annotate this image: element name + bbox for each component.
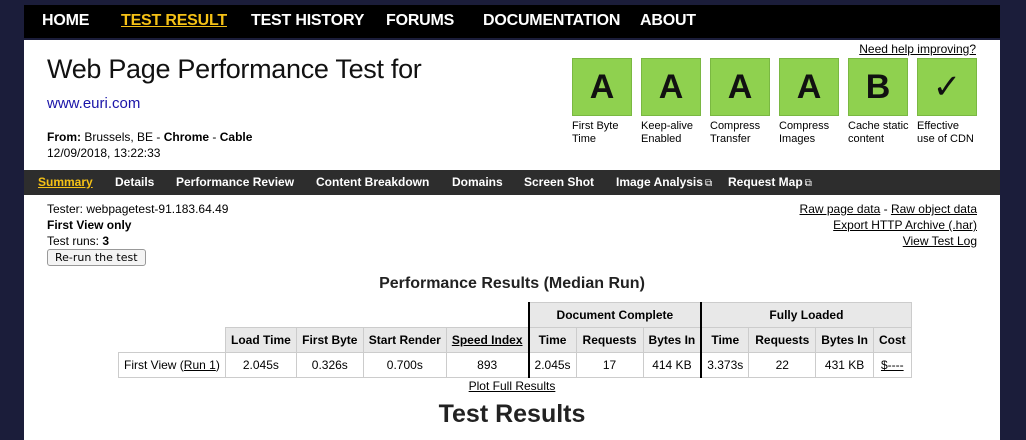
grade-value[interactable]: A [641,58,701,116]
tab-label: Image Analysis [616,175,703,189]
tester-id: Tester: webpagetest-91.183.64.49 [47,202,229,216]
rerun-test-button[interactable]: Re-run the test [47,249,146,266]
row-label: First View (Run 1) [118,352,226,378]
group-document-complete: Document Complete [527,302,702,328]
data-links: Raw page data - Raw object data Export H… [800,201,977,249]
group-fully-loaded: Fully Loaded [700,302,912,328]
col-speed-index[interactable]: Speed Index [445,327,530,353]
col-doc-bytes: Bytes In [642,327,702,353]
col-doc-requests: Requests [575,327,644,353]
load-time-value: 2.045s [225,352,297,378]
performance-results-table: Document Complete Fully Loaded Load Time… [118,302,912,378]
grade-label: Compress Images [779,120,830,145]
external-link-icon: ⧉ [804,178,812,189]
grade-label: Compress Transfer [710,120,761,145]
test-runs: Test runs: 3 [47,233,228,249]
grade-cache-static[interactable]: B Cache static content [848,58,910,146]
col-start-render: Start Render [362,327,447,353]
grade-value[interactable]: A [572,58,632,116]
doc-time-value: 2.045s [527,352,577,378]
help-improving-link[interactable]: Need help improving? [859,42,976,56]
grade-compress-transfer[interactable]: A Compress Transfer [710,58,772,146]
page-content: Need help improving? Web Page Performanc… [24,40,1000,440]
run-1-link[interactable]: Run 1 [184,358,216,372]
col-doc-time: Time [527,327,577,353]
checkmark-icon[interactable]: ✓ [917,58,977,116]
runs-label: Test runs: [47,234,100,248]
nav-about[interactable]: ABOUT [640,12,696,30]
runs-count: 3 [102,234,110,248]
nav-documentation[interactable]: DOCUMENTATION [483,12,620,30]
plot-full-results-link[interactable]: Plot Full Results [24,379,1000,393]
test-location-info: From: Brussels, BE - Chrome - Cable 12/0… [47,130,253,160]
tested-url[interactable]: www.euri.com [47,95,140,112]
nav-forums[interactable]: FORUMS [386,12,454,30]
grade-value[interactable]: A [779,58,839,116]
tab-request-map[interactable]: Request Map ⧉ [728,175,812,189]
main-nav: HOME TEST RESULT TEST HISTORY FORUMS DOC… [24,5,1000,38]
browser: Chrome [163,130,210,144]
top-bar: HOME TEST RESULT TEST HISTORY FORUMS DOC… [0,0,1026,40]
grade-compress-images[interactable]: A Compress Images [779,58,841,146]
link-separator: - [880,202,891,216]
table-row: First View (Run 1) 2.045s 0.326s 0.700s … [118,352,912,378]
view-type: First View only [47,218,132,232]
grade-label: Effective use of CDN [917,120,974,145]
nav-home[interactable]: HOME [42,12,89,30]
tab-domains[interactable]: Domains [452,175,503,189]
tab-performance-review[interactable]: Performance Review [176,175,294,189]
row-label-text: First View ( [124,358,184,372]
test-datetime: 12/09/2018, 13:22:33 [47,146,161,160]
view-test-log-link[interactable]: View Test Log [903,234,977,248]
grade-value[interactable]: A [710,58,770,116]
connection: Cable [219,130,253,144]
col-full-bytes: Bytes In [815,327,874,353]
export-har-link[interactable]: Export HTTP Archive (.har) [833,218,977,232]
grade-cdn[interactable]: ✓ Effective use of CDN [917,58,979,146]
from-label: From: [47,130,81,144]
grade-keep-alive[interactable]: A Keep-alive Enabled [641,58,703,146]
full-bytes-value: 431 KB [815,352,874,378]
start-render-value: 0.700s [362,352,447,378]
col-full-time: Time [700,327,750,353]
test-results-heading: Test Results [438,400,586,428]
doc-requests-value: 17 [575,352,644,378]
tab-summary[interactable]: Summary [38,175,93,189]
raw-object-data-link[interactable]: Raw object data [891,202,977,216]
result-tabs: Summary Details Performance Review Conte… [24,170,1000,195]
col-full-requests: Requests [748,327,817,353]
grade-value[interactable]: B [848,58,908,116]
row-label-close: ) [215,358,220,372]
grade-label: Keep-alive Enabled [641,120,693,145]
col-load-time: Load Time [225,327,297,353]
first-byte-value: 0.326s [295,352,364,378]
tab-image-analysis[interactable]: Image Analysis ⧉ [616,175,712,189]
external-link-icon: ⧉ [704,178,713,189]
full-requests-value: 22 [748,352,817,378]
tab-content-breakdown[interactable]: Content Breakdown [316,175,429,189]
nav-test-history[interactable]: TEST HISTORY [251,12,364,30]
test-info: Tester: webpagetest-91.183.64.49 First V… [47,201,228,249]
doc-bytes-value: 414 KB [642,352,702,378]
performance-results-title: Performance Results (Median Run) [379,275,645,292]
tab-details[interactable]: Details [115,175,154,189]
nav-test-result[interactable]: TEST RESULT [121,12,227,30]
tab-label: Request Map [728,175,803,189]
blank-header [118,302,529,328]
page-title: Web Page Performance Test for [47,54,422,84]
col-first-byte: First Byte [295,327,364,353]
tab-screen-shot[interactable]: Screen Shot [524,175,594,189]
location: Brussels, BE [84,130,154,144]
col-cost: Cost [872,327,912,353]
blank-header [118,327,226,353]
grade-label: First Byte Time [572,120,619,145]
speed-index-value: 893 [445,352,530,378]
grade-first-byte[interactable]: A First Byte Time [572,58,634,146]
grade-label: Cache static content [848,120,909,145]
raw-page-data-link[interactable]: Raw page data [800,202,881,216]
full-time-value: 3.373s [700,352,750,378]
cost-link[interactable]: $---- [872,352,912,378]
